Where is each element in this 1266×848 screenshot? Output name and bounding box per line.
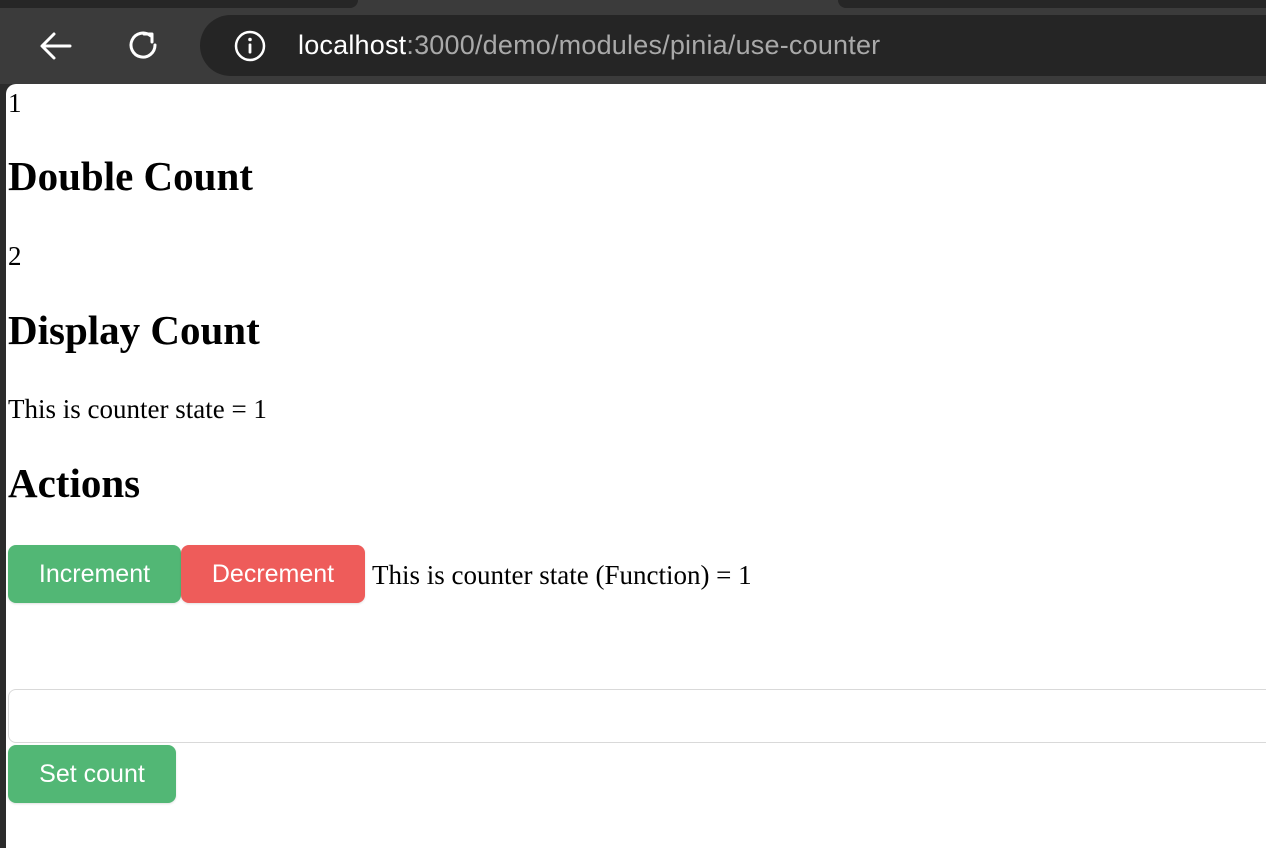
url-host: localhost xyxy=(298,30,407,60)
browser-toolbar: localhost:3000/demo/modules/pinia/use-co… xyxy=(0,0,1266,84)
address-bar[interactable]: localhost:3000/demo/modules/pinia/use-co… xyxy=(200,15,1266,76)
double-count-value: 2 xyxy=(8,241,22,271)
display-count-heading: Display Count xyxy=(8,307,260,353)
tab-left[interactable] xyxy=(0,0,358,8)
display-count-text: This is counter state = 1 xyxy=(8,394,267,424)
url-path: :3000/demo/modules/pinia/use-counter xyxy=(406,30,881,60)
double-count-heading: Double Count xyxy=(8,153,253,199)
info-icon[interactable] xyxy=(234,30,266,62)
set-count-button[interactable]: Set count xyxy=(8,745,176,803)
tab-right[interactable] xyxy=(838,0,1266,8)
increment-button[interactable]: Increment xyxy=(8,545,181,603)
back-arrow-icon xyxy=(40,32,72,60)
count-input[interactable] xyxy=(8,689,1266,743)
actions-heading: Actions xyxy=(8,460,141,506)
page-viewport: 1 Double Count 2 Display Count This is c… xyxy=(6,84,1266,848)
count-value: 1 xyxy=(8,88,22,118)
decrement-button[interactable]: Decrement xyxy=(181,545,365,603)
back-button[interactable] xyxy=(34,24,78,68)
reload-button[interactable] xyxy=(122,24,166,68)
url-text[interactable]: localhost:3000/demo/modules/pinia/use-co… xyxy=(298,15,880,76)
reload-icon xyxy=(129,31,157,59)
function-state-text: This is counter state (Function) = 1 xyxy=(372,560,752,590)
